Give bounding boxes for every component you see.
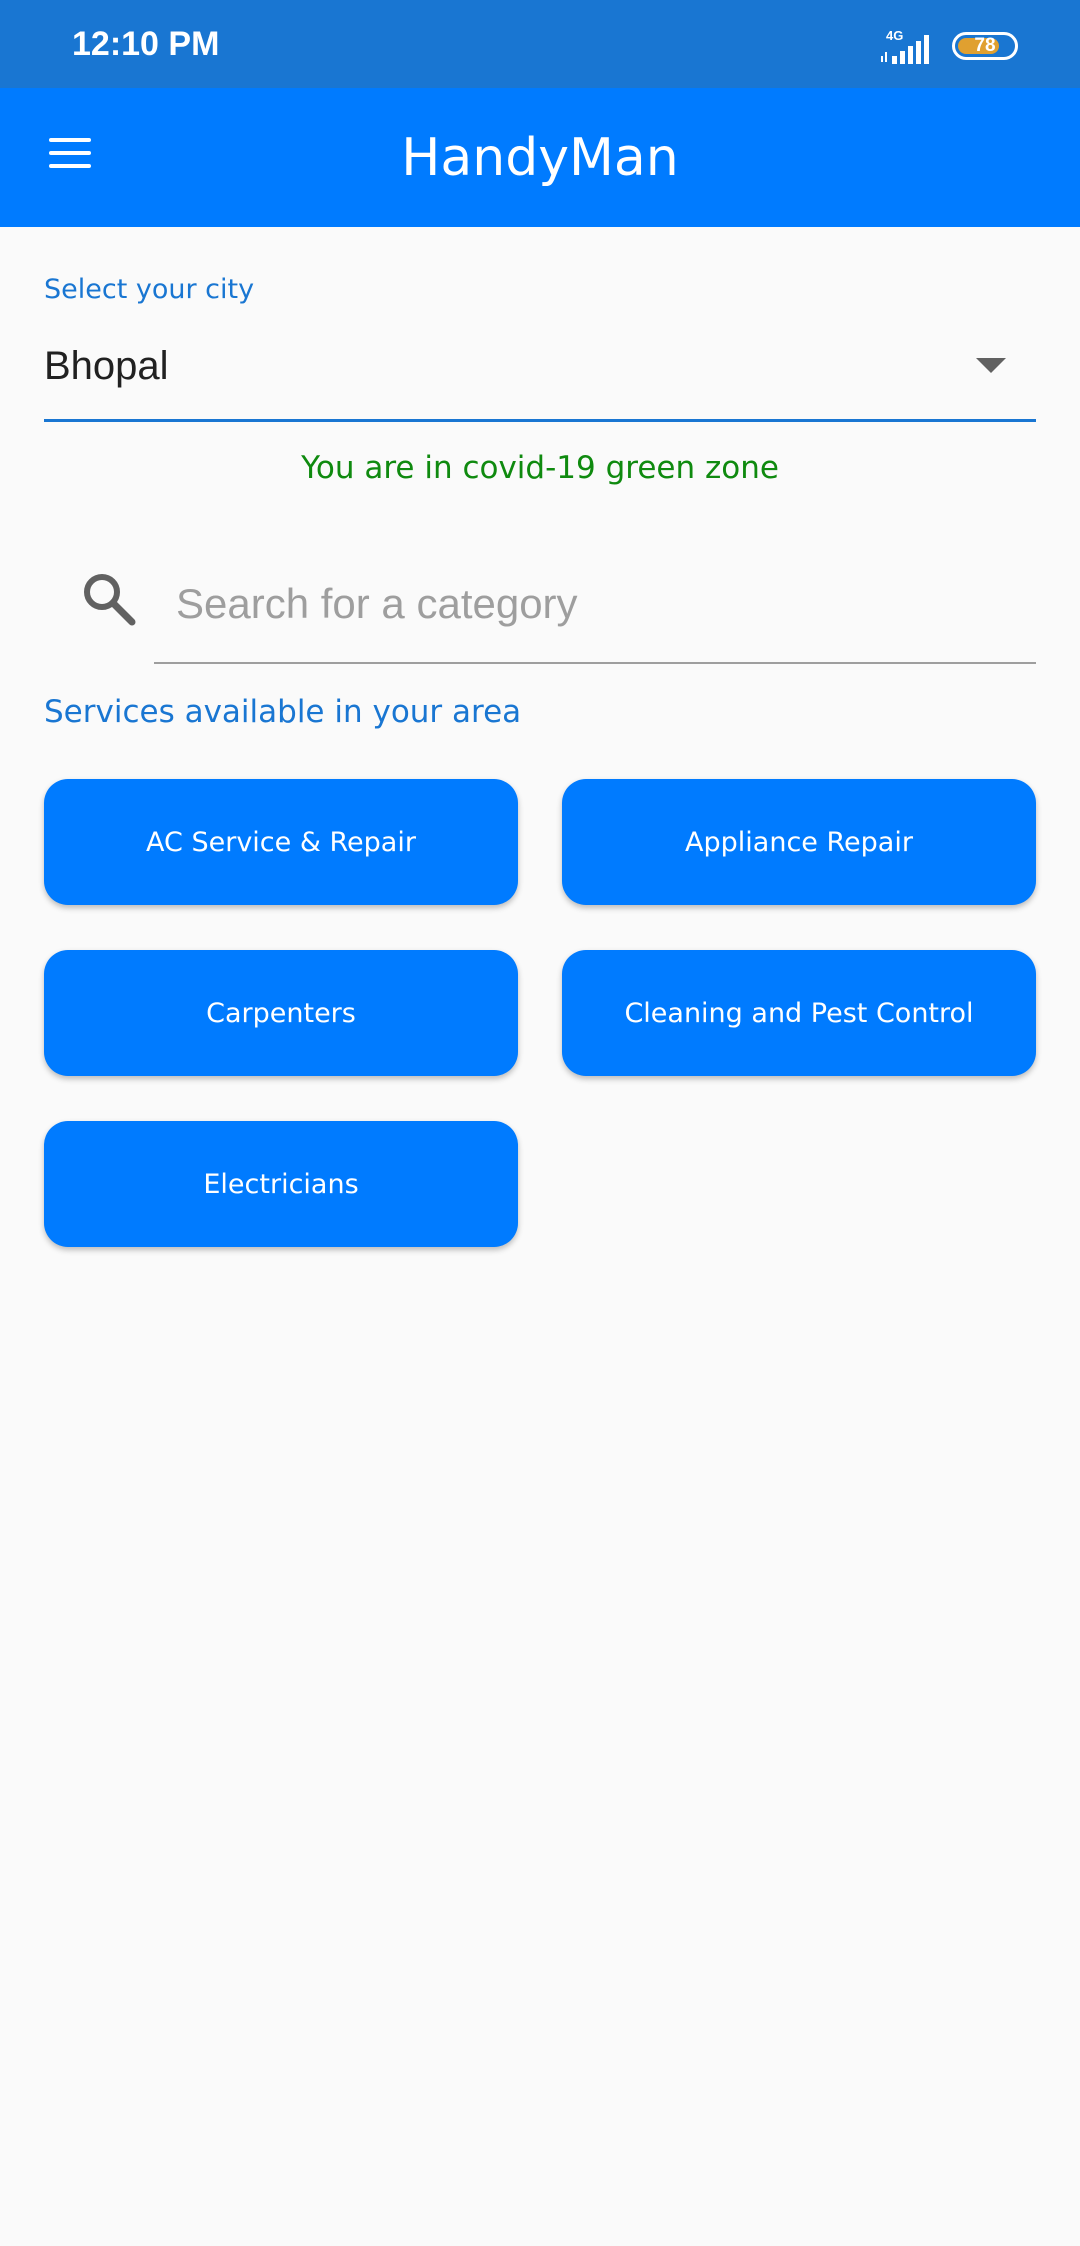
battery-icon: 78: [952, 32, 1018, 60]
search-icon: [84, 574, 136, 626]
signal-icon: 4G: [881, 28, 929, 64]
services-heading: Services available in your area: [44, 694, 522, 730]
city-value: Bhopal: [44, 344, 169, 388]
service-button-cleaning-pest-control[interactable]: Cleaning and Pest Control: [562, 950, 1036, 1076]
app-bar: HandyMan: [0, 88, 1080, 227]
network-type: 4G: [886, 28, 903, 43]
service-button-appliance-repair[interactable]: Appliance Repair: [562, 779, 1036, 905]
service-button-electricians[interactable]: Electricians: [44, 1121, 518, 1247]
dropdown-arrow-icon: [976, 358, 1006, 373]
service-button-carpenters[interactable]: Carpenters: [44, 950, 518, 1076]
city-label: Select your city: [44, 274, 255, 305]
service-button-ac-service-repair[interactable]: AC Service & Repair: [44, 779, 518, 905]
city-dropdown[interactable]: Bhopal: [44, 330, 1036, 422]
battery-level: 78: [974, 35, 996, 56]
status-bar: 12:10 PM 4G 78: [0, 0, 1080, 88]
search-input[interactable]: [154, 572, 1036, 636]
covid-zone-status: You are in covid-19 green zone: [301, 450, 779, 486]
app-title: HandyMan: [401, 128, 679, 188]
status-time: 12:10 PM: [72, 25, 220, 63]
search-field: [154, 552, 1036, 664]
